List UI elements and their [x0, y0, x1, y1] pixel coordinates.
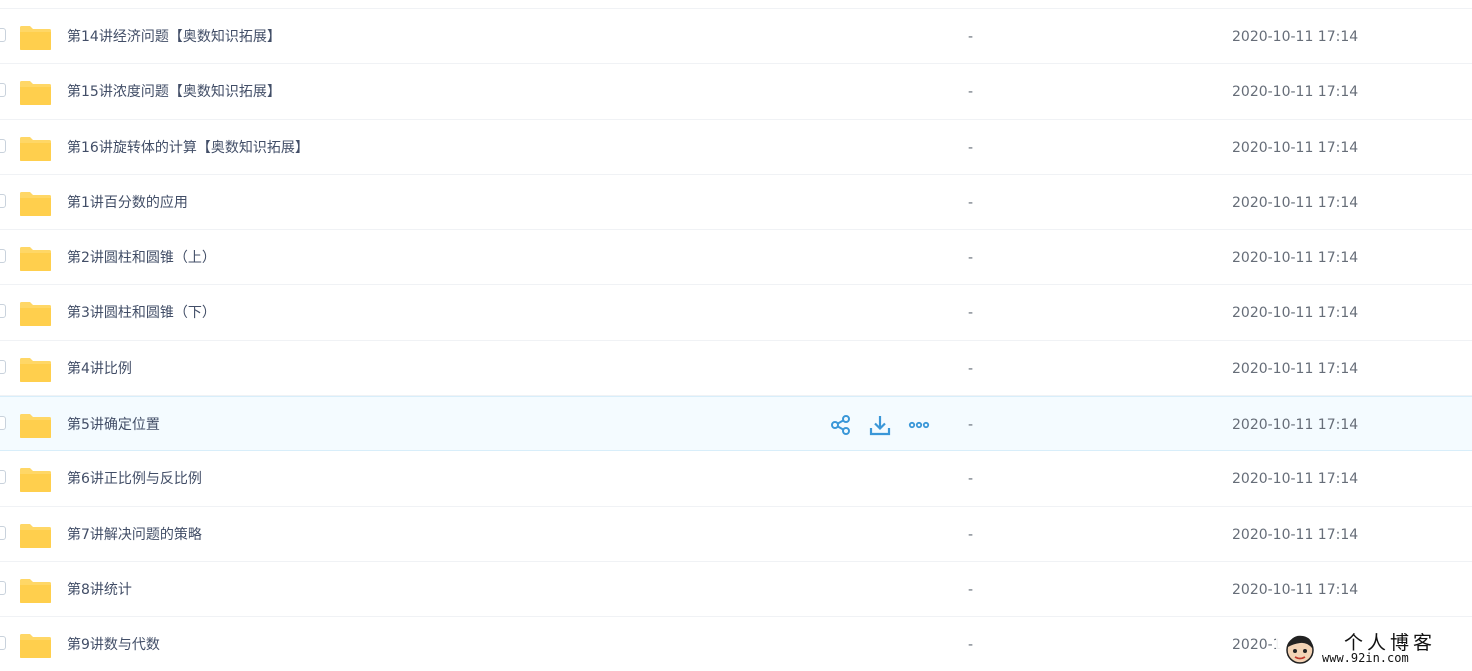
avatar-icon: [1286, 635, 1314, 664]
row-checkbox[interactable]: [0, 416, 6, 431]
row-checkbox[interactable]: [0, 304, 6, 319]
folder-icon: [20, 191, 51, 216]
file-modified: 2020-10-11 17:14: [1232, 581, 1359, 598]
file-size: -: [968, 194, 974, 211]
file-modified: 2020-10-11 17:14: [1232, 84, 1359, 101]
file-name[interactable]: 第1讲百分数的应用: [67, 193, 188, 213]
file-list: 第14讲经济问题【奥数知识拓展】 - 2020-10-11 17:14 第15讲…: [0, 0, 1472, 671]
folder-icon: [20, 634, 51, 659]
file-rows: 第14讲经济问题【奥数知识拓展】 - 2020-10-11 17:14 第15讲…: [0, 9, 1472, 671]
table-row[interactable]: 第6讲正比例与反比例 - 2020-10-11 17:14: [0, 451, 1472, 507]
row-checkbox[interactable]: [0, 249, 6, 264]
row-checkbox[interactable]: [0, 83, 6, 98]
file-modified: 2020-10-11 17:14: [1232, 250, 1359, 267]
file-modified: 2020-10-11 17:14: [1232, 417, 1359, 434]
file-name[interactable]: 第9讲数与代数: [67, 635, 160, 655]
table-row[interactable]: 第7讲解决问题的策略 - 2020-10-11 17:14: [0, 506, 1472, 562]
file-modified: 2020-10-11 17:14: [1232, 139, 1359, 156]
table-row[interactable]: 第14讲经济问题【奥数知识拓展】 - 2020-10-11 17:14: [0, 9, 1472, 65]
file-size: -: [968, 250, 974, 267]
table-row[interactable]: 第15讲浓度问题【奥数知识拓展】 - 2020-10-11 17:14: [0, 64, 1472, 120]
file-name[interactable]: 第7讲解决问题的策略: [67, 525, 202, 545]
table-row[interactable]: 第8讲统计 - 2020-10-11 17:14: [0, 561, 1472, 618]
file-name[interactable]: 第2讲圆柱和圆锥（上）: [67, 248, 216, 268]
row-actions: [830, 413, 930, 437]
download-icon[interactable]: [869, 414, 891, 436]
share-icon[interactable]: [830, 414, 852, 436]
folder-icon: [20, 136, 51, 161]
watermark-url: www.92in.com: [1322, 651, 1409, 665]
row-checkbox[interactable]: [0, 525, 6, 540]
folder-icon: [20, 247, 51, 272]
row-checkbox[interactable]: [0, 28, 6, 42]
table-row[interactable]: 第2讲圆柱和圆锥（上） - 2020-10-11 17:14: [0, 230, 1472, 286]
file-name[interactable]: 第15讲浓度问题【奥数知识拓展】: [67, 82, 281, 102]
file-size: -: [968, 29, 974, 45]
row-checkbox[interactable]: [0, 193, 6, 208]
file-modified: 2020-10-11 17:14: [1232, 29, 1359, 45]
row-checkbox[interactable]: [0, 359, 6, 374]
file-name[interactable]: 第4讲比例: [67, 359, 132, 379]
file-name[interactable]: 第3讲圆柱和圆锥（下）: [67, 303, 216, 323]
file-size: -: [968, 526, 974, 543]
folder-icon: [20, 26, 51, 50]
table-row[interactable]: 第3讲圆柱和圆锥（下） - 2020-10-11 17:14: [0, 285, 1472, 341]
table-row-hovered[interactable]: 第5讲确定位置 - 2020-10-11 17:14: [0, 396, 1472, 452]
file-size: -: [968, 417, 974, 434]
row-checkbox[interactable]: [0, 470, 6, 485]
file-size: -: [968, 637, 974, 654]
file-name[interactable]: 第8讲统计: [67, 580, 132, 600]
file-modified: 2020-10-11 17:14: [1232, 194, 1359, 211]
file-modified: 2020-10-11 17:14: [1232, 305, 1359, 322]
file-modified: 2020-10-11 17:14: [1232, 526, 1359, 543]
row-checkbox[interactable]: [0, 138, 6, 153]
file-size: -: [968, 360, 974, 377]
file-size: -: [968, 139, 974, 156]
folder-icon: [20, 578, 51, 603]
row-checkbox[interactable]: [0, 580, 6, 595]
table-row[interactable]: 第16讲旋转体的计算【奥数知识拓展】 - 2020-10-11 17:14: [0, 119, 1472, 175]
file-name[interactable]: 第14讲经济问题【奥数知识拓展】: [67, 27, 281, 47]
folder-icon: [20, 414, 51, 439]
table-row[interactable]: 第9讲数与代数 - 2020-1: [0, 617, 1472, 671]
file-size: -: [968, 581, 974, 598]
row-checkbox[interactable]: [0, 636, 6, 651]
watermark: 个人博客 www.92in.com: [1276, 626, 1472, 671]
file-size: -: [968, 305, 974, 322]
table-row[interactable]: 第1讲百分数的应用 - 2020-10-11 17:14: [0, 174, 1472, 231]
file-modified: 2020-10-11 17:14: [1232, 360, 1359, 377]
file-size: -: [968, 471, 974, 488]
folder-icon: [20, 523, 51, 548]
file-modified: 2020-10-11 17:14: [1232, 471, 1359, 488]
file-name[interactable]: 第6讲正比例与反比例: [67, 469, 202, 489]
file-name[interactable]: 第5讲确定位置: [67, 415, 160, 435]
folder-icon: [20, 357, 51, 382]
folder-icon: [20, 302, 51, 327]
file-name[interactable]: 第16讲旋转体的计算【奥数知识拓展】: [67, 138, 309, 158]
file-size: -: [968, 84, 974, 101]
folder-icon: [20, 81, 51, 106]
more-icon[interactable]: [908, 414, 930, 436]
folder-icon: [20, 468, 51, 493]
file-modified: 2020-1: [1232, 637, 1282, 654]
table-row[interactable]: 第4讲比例 - 2020-10-11 17:14: [0, 340, 1472, 397]
